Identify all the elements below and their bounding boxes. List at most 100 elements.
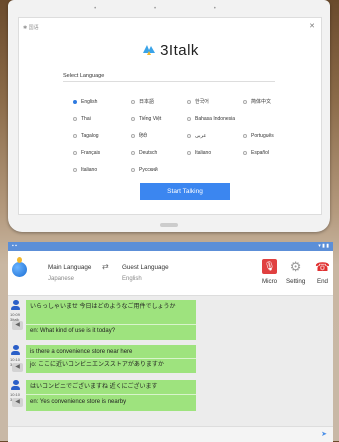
- radio-icon[interactable]: [131, 134, 135, 138]
- translation-app: ▪ ▪ ▾ ▮ ▮ Main Language Japanese ⇄ Guest…: [8, 242, 333, 442]
- user-avatar-icon: [11, 345, 20, 355]
- radio-icon[interactable]: [187, 117, 191, 121]
- language-option[interactable]: Bahasa Indonesia: [187, 116, 243, 122]
- select-language-label: Select Language: [63, 73, 105, 79]
- status-bar: ▪ ▪ ▾ ▮ ▮: [8, 242, 333, 251]
- app-logo: 3Italk: [19, 42, 321, 59]
- language-option-label: हिंदी: [139, 133, 147, 139]
- language-option-label: 简体中文: [251, 99, 272, 105]
- language-option-label: Italiano: [81, 167, 98, 173]
- microphone-icon: 🎙: [262, 259, 278, 274]
- language-option-label: Deutsch: [139, 150, 158, 156]
- language-option[interactable]: عربى: [187, 133, 243, 139]
- main-language-label: Main Language: [48, 264, 92, 271]
- radio-icon[interactable]: [243, 134, 247, 138]
- language-grid: English 日本語 한국어 简体中文 Thai Tiếng Việt Bahasa In…: [73, 98, 283, 173]
- language-option-label: Thai: [81, 116, 91, 122]
- divider: [26, 324, 196, 325]
- setting-label: Setting: [286, 278, 306, 285]
- app-name: 3Italk: [160, 42, 199, 59]
- radio-icon[interactable]: [187, 134, 191, 138]
- message-bubble: はいコンビニでございますね 近くにございます en: Yes convenien…: [26, 380, 196, 411]
- message-translated: en: Yes convenience store is nearby: [30, 399, 127, 405]
- language-option-label: عربى: [195, 133, 207, 139]
- user-avatar-icon: [11, 380, 20, 390]
- status-right: ▾ ▮ ▮: [318, 243, 329, 249]
- divider: [63, 81, 275, 82]
- radio-icon[interactable]: [187, 151, 191, 155]
- speaker-icon[interactable]: ◀: [12, 363, 23, 372]
- radio-icon[interactable]: [131, 168, 135, 172]
- setting-button[interactable]: ⚙ Setting: [286, 258, 306, 286]
- language-option[interactable]: Italiano: [187, 150, 243, 156]
- language-option[interactable]: हिंदी: [131, 133, 187, 139]
- divider: [26, 358, 196, 359]
- language-option[interactable]: Português: [243, 133, 293, 139]
- start-talking-button[interactable]: Start Talking: [140, 183, 230, 200]
- radio-icon[interactable]: [73, 168, 77, 172]
- end-label: End: [316, 278, 328, 285]
- language-option-label: 日本語: [139, 99, 155, 105]
- language-select-screen: ✱ 国语 ✕ 3Italk Select Language English 日本語…: [18, 17, 322, 215]
- guest-language-label: Guest Language: [122, 264, 169, 271]
- message-original: はいコンビニでございますね 近くにございます: [30, 384, 158, 390]
- send-icon[interactable]: ➤: [321, 430, 327, 438]
- user-avatar-icon: [11, 300, 20, 310]
- guest-language-value[interactable]: English: [122, 276, 142, 282]
- language-option[interactable]: Thai: [73, 116, 131, 122]
- language-option[interactable]: 한국어: [187, 98, 243, 105]
- radio-icon[interactable]: [131, 151, 135, 155]
- status-left: ▪ ▪: [12, 243, 17, 249]
- language-option[interactable]: Español: [243, 150, 293, 156]
- speaker-icon[interactable]: ◀: [12, 398, 23, 407]
- language-option-label: 한국어: [195, 99, 209, 105]
- language-option[interactable]: Tagalog: [73, 133, 131, 139]
- language-option[interactable]: 简体中文: [243, 98, 293, 105]
- gear-icon: ⚙: [289, 258, 302, 274]
- radio-icon[interactable]: [187, 99, 191, 104]
- speaker-icon[interactable]: ◀: [12, 321, 23, 330]
- language-option-label: Tagalog: [81, 133, 99, 139]
- message-bubble: いらっしゃいませ 今日はどのようなご用件でしょうか en: What kind …: [26, 300, 196, 340]
- message-original: is there a convenience store near here: [30, 349, 133, 355]
- swap-language-icon[interactable]: ⇄: [102, 262, 109, 271]
- language-option[interactable]: Italiano: [73, 167, 131, 173]
- language-option[interactable]: Pyccкий: [131, 167, 187, 173]
- micro-label: Micro: [262, 278, 278, 285]
- radio-icon[interactable]: [73, 117, 77, 121]
- message-original: いらっしゃいませ 今日はどのようなご用件でしょうか: [30, 304, 176, 310]
- logo-bird-icon: [141, 43, 157, 57]
- language-option-label: English: [81, 98, 98, 105]
- language-option-label: Português: [251, 133, 274, 139]
- main-language-value[interactable]: Japanese: [48, 276, 74, 282]
- app-header: Main Language Japanese ⇄ Guest Language …: [8, 251, 333, 296]
- language-option[interactable]: Deutsch: [131, 150, 187, 156]
- message-translated: en: What kind of use is it today?: [30, 328, 116, 334]
- language-option[interactable]: 日本語: [131, 98, 187, 105]
- language-option[interactable]: English: [73, 98, 131, 105]
- radio-icon[interactable]: [131, 99, 135, 104]
- message-translated: jo: ここに近いコンビニエンスストアがありますか: [30, 362, 164, 368]
- end-button[interactable]: ☎ End: [315, 259, 330, 286]
- tablet-top-text: ✱ 国语: [23, 25, 39, 31]
- language-option-label: Français: [81, 150, 101, 156]
- language-option-label: Pyccкий: [139, 167, 158, 173]
- radio-icon[interactable]: [73, 99, 77, 104]
- divider: [26, 394, 196, 395]
- input-bar[interactable]: ➤: [8, 426, 333, 442]
- radio-icon[interactable]: [73, 134, 77, 138]
- hangup-icon: ☎: [315, 259, 330, 274]
- radio-icon[interactable]: [73, 151, 77, 155]
- radio-icon[interactable]: [243, 99, 247, 104]
- language-option[interactable]: Français: [73, 150, 131, 156]
- radio-icon[interactable]: [243, 151, 247, 155]
- radio-icon[interactable]: [131, 117, 135, 121]
- tablet-top-dots: • • •: [94, 6, 244, 12]
- home-indicator: [160, 223, 178, 227]
- message-bubble: is there a convenience store near here j…: [26, 345, 196, 373]
- micro-button[interactable]: 🎙 Micro: [262, 259, 277, 285]
- close-icon[interactable]: ✕: [309, 22, 315, 30]
- language-option[interactable]: Tiếng Việt: [131, 116, 187, 122]
- language-option-label: Tiếng Việt: [139, 116, 162, 122]
- chat-area: 10:09 3italk ◀ いらっしゃいませ 今日はどのようなご用件でしょうか …: [8, 296, 333, 426]
